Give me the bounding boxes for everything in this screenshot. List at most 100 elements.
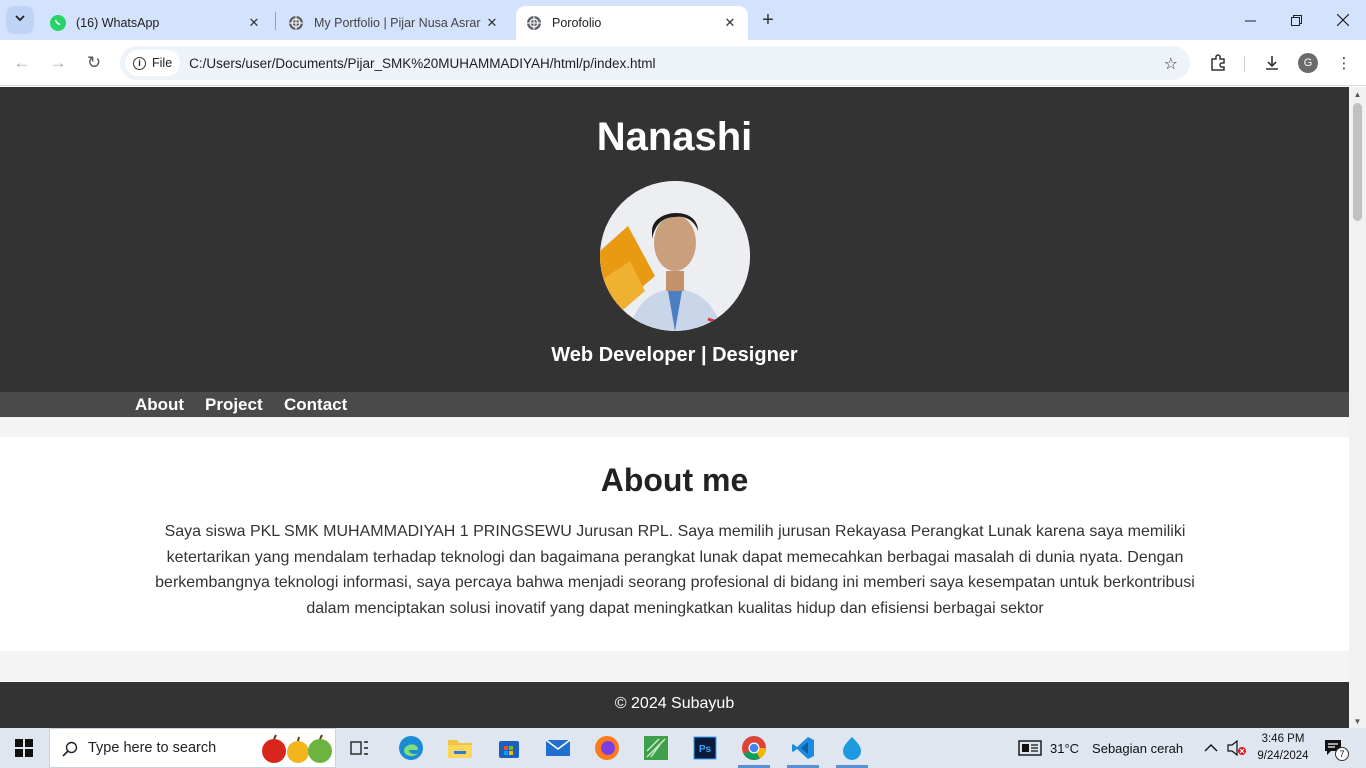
url-text[interactable]: C:/Users/user/Documents/Pijar_SMK%20MUHA… <box>189 56 655 71</box>
search-placeholder: Type here to search <box>88 740 217 756</box>
windows-logo-icon <box>15 739 33 757</box>
store-icon <box>499 741 519 758</box>
folder-icon <box>448 740 472 758</box>
site-tagline: Web Developer | Designer <box>551 344 798 366</box>
taskbar-clock[interactable]: 3:46 PM 9/24/2024 <box>1252 731 1314 765</box>
volume-button[interactable] <box>1227 728 1247 768</box>
plus-icon: + <box>762 8 774 31</box>
globe-icon <box>526 15 542 31</box>
taskbar-photoshop[interactable]: Ps <box>685 732 725 764</box>
kebab-menu-icon: ⋮ <box>1336 55 1352 72</box>
taskbar-chrome[interactable] <box>734 732 774 768</box>
reload-icon: ↻ <box>86 53 102 72</box>
nav-link-contact[interactable]: Contact <box>284 395 347 415</box>
weather-temp: 31°C <box>1050 740 1080 756</box>
downloads-button[interactable] <box>1259 50 1285 76</box>
windows-taskbar: Type here to search Ps 31°C Sebagian cer… <box>0 728 1366 768</box>
taskbar-edge[interactable] <box>391 732 431 764</box>
clock-time: 3:46 PM <box>1261 733 1305 745</box>
restore-button[interactable] <box>1273 0 1319 40</box>
leaf-app-icon <box>644 736 668 760</box>
page-viewport: Nanashi Web Developer | Designer About P… <box>0 87 1349 728</box>
tab-title: (16) WhatsApp <box>76 16 160 30</box>
clock-date: 9/24/2024 <box>1257 750 1309 762</box>
page-scrollbar[interactable]: ▲ ▼ <box>1349 87 1366 728</box>
page-header: Nanashi Web Developer | Designer <box>0 87 1349 392</box>
address-bar[interactable]: i File C:/Users/user/Documents/Pijar_SMK… <box>120 46 1190 80</box>
new-tab-button[interactable]: + <box>756 8 780 32</box>
fruit-highlight-icon <box>262 734 332 763</box>
forward-button[interactable]: → <box>43 48 73 78</box>
browser-toolbar: ← → ↻ i File C:/Users/user/Documents/Pij… <box>0 40 1366 86</box>
svg-text:Ps: Ps <box>699 744 712 755</box>
toolbar-divider <box>1244 56 1245 72</box>
profile-avatar[interactable]: G <box>1298 53 1318 73</box>
taskbar-firefox[interactable] <box>587 732 627 764</box>
profile-photo <box>600 181 750 331</box>
scroll-down-icon[interactable]: ▼ <box>1353 717 1362 726</box>
taskbar-store[interactable] <box>489 732 529 764</box>
task-view-icon <box>350 741 368 755</box>
weather-news-icon <box>1018 740 1042 756</box>
volume-muted-icon <box>1227 740 1246 756</box>
bookmark-star-icon[interactable]: ☆ <box>1164 54 1178 74</box>
blue-drop-app-icon <box>843 737 861 760</box>
scroll-up-icon[interactable]: ▲ <box>1353 90 1362 99</box>
taskbar-app-blue[interactable] <box>832 732 872 768</box>
tab-my-portfolio[interactable]: My Portfolio | Pijar Nusa Asrar Tim ✕ <box>278 6 510 40</box>
weather-widget[interactable]: 31°C Sebagian cerah <box>1018 728 1183 768</box>
close-window-button[interactable] <box>1320 0 1366 40</box>
chevron-down-icon <box>14 11 26 29</box>
edge-icon <box>399 736 423 760</box>
taskbar-file-explorer[interactable] <box>440 732 480 764</box>
minimize-icon <box>1244 20 1256 21</box>
close-icon[interactable]: ✕ <box>722 15 738 31</box>
search-icon <box>62 741 78 757</box>
site-nav: About Project Contact <box>0 392 1349 417</box>
site-info-chip[interactable]: i File <box>125 50 181 76</box>
vscode-icon <box>792 737 814 759</box>
tab-whatsapp[interactable]: (16) WhatsApp ✕ <box>40 6 272 40</box>
tab-search-button[interactable] <box>6 6 34 34</box>
tray-overflow-button[interactable] <box>1204 728 1218 768</box>
browser-tabstrip: (16) WhatsApp ✕ My Portfolio | Pijar Nus… <box>0 0 1366 40</box>
taskbar-mail[interactable] <box>538 732 578 764</box>
close-icon[interactable]: ✕ <box>246 15 262 31</box>
minimize-button[interactable] <box>1227 0 1273 40</box>
info-icon: i <box>133 56 146 70</box>
nav-link-about[interactable]: About <box>135 395 184 415</box>
close-icon[interactable]: ✕ <box>484 15 500 31</box>
taskbar-vscode[interactable] <box>783 732 823 768</box>
tab-title: My Portfolio | Pijar Nusa Asrar Tim <box>314 16 484 30</box>
close-icon <box>1337 14 1349 26</box>
chevron-up-icon <box>1204 744 1218 752</box>
tab-divider <box>275 12 276 30</box>
globe-icon <box>288 15 304 31</box>
taskbar-app-green[interactable] <box>636 732 676 764</box>
weather-condition: Sebagian cerah <box>1092 740 1184 756</box>
puzzle-icon <box>1211 54 1225 71</box>
back-button[interactable]: ← <box>7 48 37 78</box>
whatsapp-icon <box>50 15 66 31</box>
notification-count-badge: 7 <box>1335 747 1349 761</box>
menu-button[interactable]: ⋮ <box>1331 50 1357 76</box>
arrow-left-icon: ← <box>13 53 31 72</box>
chrome-icon <box>742 736 766 761</box>
nav-link-project[interactable]: Project <box>205 395 263 415</box>
task-view-button[interactable] <box>340 732 380 764</box>
page-footer: © 2024 Subayub <box>0 682 1349 728</box>
arrow-right-icon: → <box>49 53 67 72</box>
reload-button[interactable]: ↻ <box>79 48 109 78</box>
site-name: Nanashi <box>596 115 753 159</box>
scheme-label: File <box>152 56 173 70</box>
about-section: About me Saya siswa PKL SMK MUHAMMADIYAH… <box>0 437 1349 651</box>
extensions-button[interactable] <box>1205 50 1231 76</box>
taskbar-search[interactable]: Type here to search <box>49 728 336 768</box>
start-button[interactable] <box>0 728 48 768</box>
about-heading: About me <box>600 462 749 498</box>
scrollbar-thumb[interactable] <box>1353 103 1362 221</box>
tab-porofolio[interactable]: Porofolio ✕ <box>516 6 748 40</box>
notification-center-button[interactable]: 7 <box>1323 728 1349 768</box>
mail-icon <box>545 739 571 756</box>
tab-title: Porofolio <box>552 16 602 30</box>
